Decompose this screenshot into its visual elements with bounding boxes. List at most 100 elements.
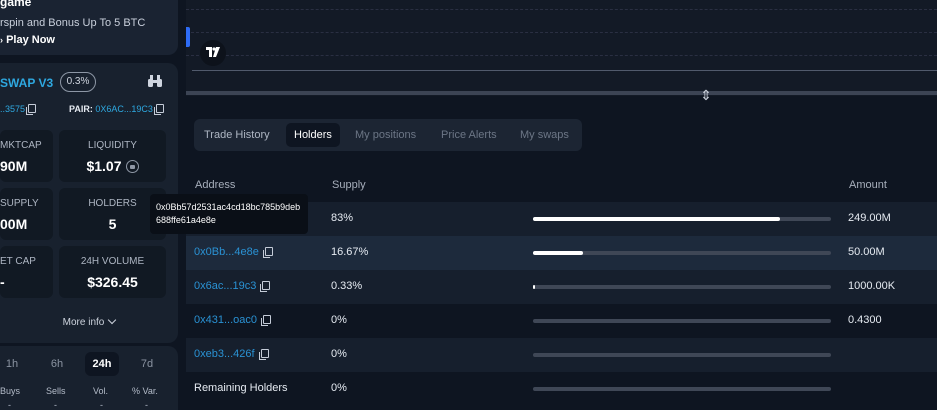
copy-icon[interactable] xyxy=(262,247,273,258)
supply-bar xyxy=(533,387,831,391)
promo-title: game xyxy=(0,0,32,9)
promo-banner[interactable]: game rspin and Bonus Up To 5 BTC › Play … xyxy=(0,0,178,55)
token-address[interactable]: ..3575 xyxy=(0,104,37,115)
pair-address[interactable]: PAIR: 0X6AC...19C3 xyxy=(69,104,164,115)
address-tooltip: 0x0Bb57d2531ac4cd18bc785b9deb688ffe61a4e… xyxy=(150,194,308,234)
sells-header: Sells xyxy=(46,386,66,396)
stat-value: - xyxy=(0,274,5,290)
supply-bar xyxy=(533,251,831,255)
resize-vertical-icon[interactable]: ⇕ xyxy=(700,86,712,104)
price-chart[interactable] xyxy=(186,0,937,96)
supply-column-header: Supply xyxy=(332,179,366,191)
supply-bar-fill xyxy=(533,285,535,289)
vol-value: - xyxy=(100,400,103,410)
holder-address-text: 0x431...oac0 xyxy=(194,314,257,326)
chart-gridline xyxy=(186,9,937,10)
bottom-tabs: Trade History Holders My positions Price… xyxy=(194,119,582,151)
sells-value: - xyxy=(54,400,57,410)
supply-bar xyxy=(533,217,831,221)
more-info-button[interactable]: More info xyxy=(0,315,178,328)
timeframe-24h[interactable]: 24h xyxy=(85,352,119,376)
var-value: - xyxy=(145,400,148,410)
holder-amount: 0.4300 xyxy=(848,314,882,326)
stat-value: 00M xyxy=(0,216,28,232)
vol-header: Vol. xyxy=(93,386,109,396)
holder-address[interactable]: 0x431...oac0 xyxy=(194,314,271,326)
holder-supply: 0% xyxy=(331,382,347,394)
chart-gridline xyxy=(186,55,937,56)
stat-liquidity: LIQUIDITY $1.07 xyxy=(59,130,166,182)
stat-value: $326.45 xyxy=(87,274,138,290)
timeframe-panel: 1h 6h 24h 7d Buys Sells Vol. % Var. - - … xyxy=(0,346,178,410)
stat-label: MKTCAP xyxy=(0,140,42,151)
tab-holders[interactable]: Holders xyxy=(286,123,340,147)
holder-amount: 249.00M xyxy=(848,212,891,224)
stat-label: 24H VOLUME xyxy=(80,256,145,267)
holder-supply: 0.33% xyxy=(331,280,363,292)
holder-amount: 50.00M xyxy=(848,246,885,258)
price-line xyxy=(192,70,937,71)
stat-label: SUPPLY xyxy=(0,198,39,209)
table-row[interactable]: 0xeb3...426f 0% xyxy=(186,338,937,372)
fee-badge: 0.3% xyxy=(60,72,96,92)
stat-value: $1.07 xyxy=(59,158,166,174)
panel-resizer[interactable] xyxy=(186,91,937,95)
tab-my-swaps[interactable]: My swaps xyxy=(512,123,577,147)
table-row[interactable]: 0x6ac...19c3 0.33% 1000.00K xyxy=(186,270,937,304)
holder-supply: 0% xyxy=(331,348,347,360)
stat-label: LIQUIDITY xyxy=(88,140,137,151)
holder-supply: 0% xyxy=(331,314,347,326)
pair-label: PAIR: xyxy=(69,104,93,114)
holder-address-text: 0x6ac...19c3 xyxy=(194,280,257,292)
copy-icon[interactable] xyxy=(153,104,164,115)
price-marker xyxy=(186,27,190,47)
timeframe-7d[interactable]: 7d xyxy=(130,352,164,376)
more-info-label: More info xyxy=(62,317,105,328)
table-row[interactable]: 0x431...oac0 0% 0.4300 xyxy=(186,304,937,338)
chart-gridline xyxy=(186,32,937,33)
copy-icon[interactable] xyxy=(261,315,271,326)
timeframe-6h[interactable]: 6h xyxy=(40,352,74,376)
tab-my-positions[interactable]: My positions xyxy=(347,123,424,147)
holder-amount: 1000.00K xyxy=(848,280,896,292)
play-now-link[interactable]: › Play Now xyxy=(0,34,55,46)
holder-address-text: 0x0Bb...4e8e xyxy=(194,246,259,258)
promo-body: rspin and Bonus Up To 5 BTC xyxy=(0,17,146,29)
stat-netcap: ET CAP - xyxy=(0,246,53,298)
address-column-header: Address xyxy=(195,179,236,191)
copy-icon[interactable] xyxy=(260,281,271,292)
amount-column-header: Amount xyxy=(849,179,887,191)
table-row[interactable]: 0x0Bb...4e8e 16.67% 50.00M xyxy=(186,236,937,270)
tab-price-alerts[interactable]: Price Alerts xyxy=(433,123,505,147)
dex-name: SWAP V3 xyxy=(0,76,54,90)
pair-address-text: 0X6AC...19C3 xyxy=(95,104,153,114)
stat-supply: SUPPLY 00M xyxy=(0,188,53,240)
liquidity-value: $1.07 xyxy=(86,158,122,174)
remaining-holders-label: Remaining Holders xyxy=(194,382,288,394)
supply-bar xyxy=(533,285,831,289)
tab-trade-history[interactable]: Trade History xyxy=(196,123,278,147)
table-row[interactable]: Remaining Holders 0% xyxy=(186,372,937,406)
buys-value: - xyxy=(8,400,11,410)
holder-address[interactable]: 0x0Bb...4e8e xyxy=(194,246,273,258)
timeframe-1h[interactable]: 1h xyxy=(0,352,29,376)
lock-icon xyxy=(125,160,139,173)
tradingview-mark xyxy=(206,47,220,57)
copy-icon[interactable] xyxy=(258,349,269,360)
holder-supply: 16.67% xyxy=(331,246,369,258)
stat-label: ET CAP xyxy=(0,256,36,267)
supply-bar xyxy=(533,353,831,357)
copy-icon[interactable] xyxy=(26,104,37,115)
holder-address-text: 0xeb3...426f xyxy=(194,348,255,360)
supply-bar xyxy=(533,319,831,323)
binoculars-icon[interactable] xyxy=(148,75,162,87)
play-now-label: Play Now xyxy=(6,34,55,46)
holder-supply: 83% xyxy=(331,212,354,224)
token-address-text: ..3575 xyxy=(0,104,26,114)
holder-address[interactable]: 0xeb3...426f xyxy=(194,348,269,360)
supply-bar-fill xyxy=(533,251,583,255)
chevron-down-icon xyxy=(108,315,117,325)
tradingview-logo-icon[interactable] xyxy=(200,40,226,66)
buys-header: Buys xyxy=(0,386,21,396)
holder-address[interactable]: 0x6ac...19c3 xyxy=(194,280,271,292)
